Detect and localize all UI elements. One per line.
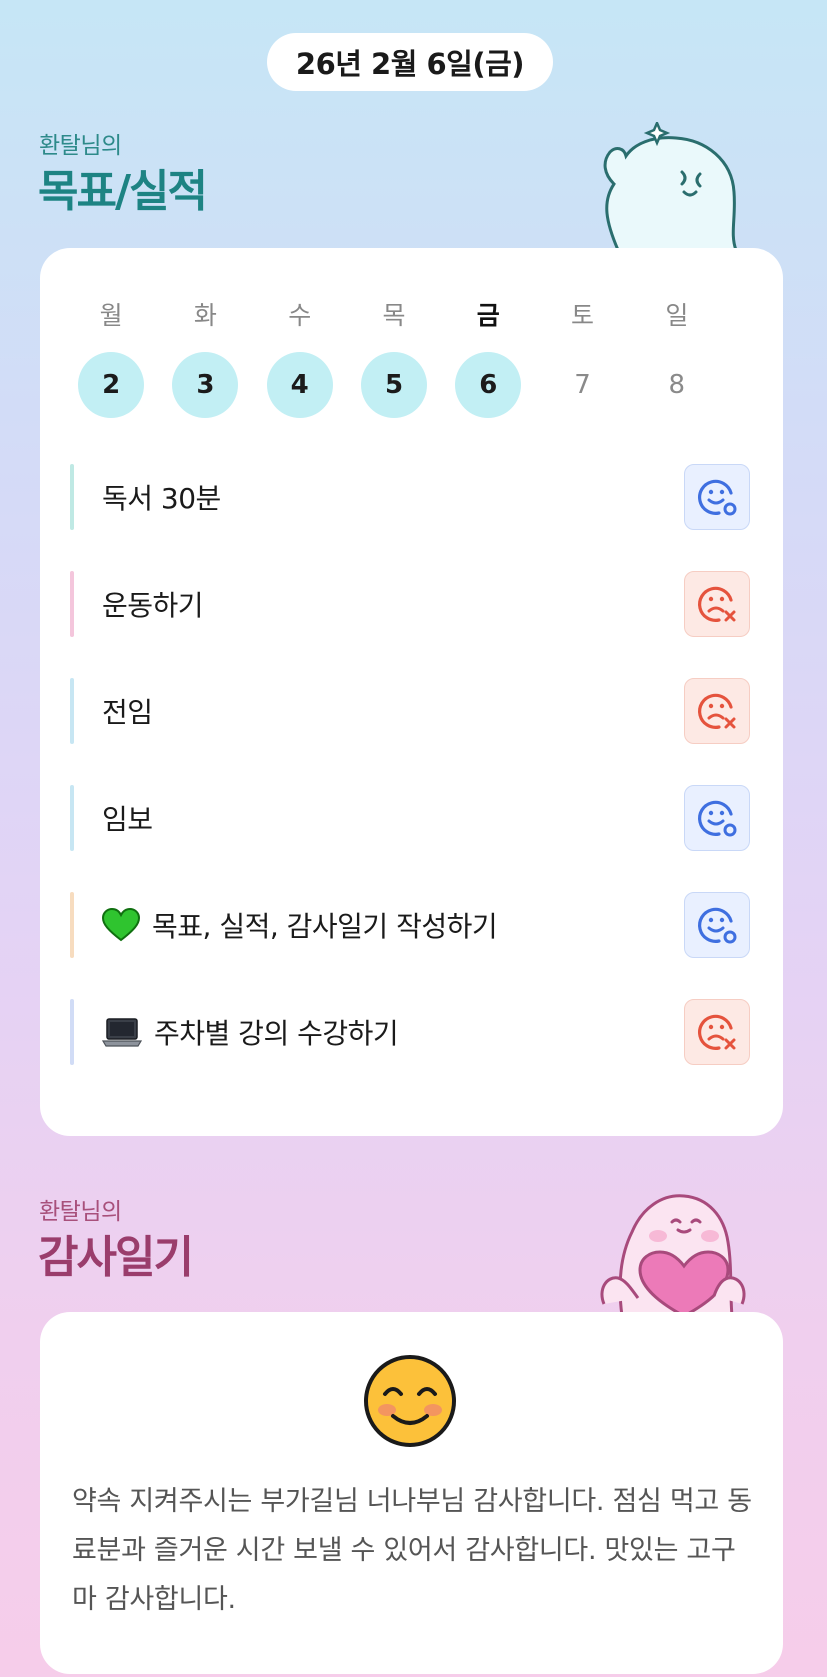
date-cell-7[interactable]: 7	[550, 352, 616, 418]
goal-list: 독서 30분 운동하기 전임 임보 목표, 실적, 감사일기 작성하기 주차별 …	[70, 464, 750, 1106]
goal-label: 목표, 실적, 감사일기 작성하기	[152, 910, 498, 943]
goal-item[interactable]: 전임	[70, 678, 750, 744]
sad-x-icon	[698, 1014, 736, 1050]
weekday-tue: 화	[193, 301, 217, 330]
weekday-header: 월 화 수 목 금 토 일	[64, 296, 724, 332]
date-cell-2[interactable]: 2	[78, 352, 145, 418]
goal-label: 주차별 강의 수강하기	[154, 1017, 399, 1050]
date-cell-3[interactable]: 3	[172, 352, 239, 418]
goal-label: 운동하기	[102, 589, 204, 622]
goal-item[interactable]: 운동하기	[70, 571, 750, 637]
week-dates: 2 3 4 5 6 7 8	[64, 352, 724, 418]
weekday-fri: 금	[476, 301, 500, 330]
goal-color-bar	[70, 464, 74, 530]
date-cell-8[interactable]: 8	[644, 352, 710, 418]
diary-text: 약속 지켜주시는 부가길님 너나부님 감사합니다. 점심 먹고 동료분과 즐거운…	[72, 1486, 752, 1615]
achieved-status-button[interactable]	[684, 892, 750, 958]
smile-check-icon	[698, 907, 737, 944]
achieved-status-button[interactable]	[684, 464, 750, 530]
achieved-status-button[interactable]	[684, 785, 750, 851]
date-cell-4[interactable]: 4	[266, 352, 333, 418]
goal-color-bar	[70, 785, 74, 851]
missed-status-button[interactable]	[684, 571, 750, 637]
smile-check-icon	[698, 800, 737, 837]
goal-item[interactable]: 주차별 강의 수강하기	[70, 999, 750, 1065]
weekday-thu: 목	[382, 301, 406, 330]
goal-color-bar	[70, 571, 74, 637]
ghost-mascot-icon	[603, 122, 738, 250]
date-cell-5[interactable]: 5	[360, 352, 427, 418]
goal-color-bar	[70, 999, 74, 1065]
diary-section-title: 감사일기	[38, 1232, 194, 1283]
smile-check-icon	[698, 479, 737, 516]
date-cell-6[interactable]: 6	[455, 352, 522, 418]
goal-color-bar	[70, 892, 74, 958]
goal-label: 전임	[102, 696, 153, 729]
missed-status-button[interactable]	[684, 999, 750, 1065]
weekday-sat: 토	[571, 301, 595, 330]
laptop-icon	[102, 1017, 142, 1047]
weekday-wed: 수	[288, 301, 312, 330]
green-heart-icon	[102, 908, 140, 942]
diary-card: 약속 지켜주시는 부가길님 너나부님 감사합니다. 점심 먹고 동료분과 즐거운…	[40, 1312, 783, 1674]
sad-x-icon	[698, 693, 736, 729]
weekday-sun: 일	[665, 301, 689, 330]
goal-label: 임보	[102, 803, 153, 836]
goal-item[interactable]: 독서 30분	[70, 464, 750, 530]
goals-section-title: 목표/실적	[38, 166, 208, 217]
date-label[interactable]: 26년 2월 6일(금)	[267, 33, 553, 91]
smiling-face-icon	[364, 1355, 456, 1447]
goal-label: 독서 30분	[102, 482, 221, 515]
weekday-mon: 월	[99, 301, 123, 330]
goal-item[interactable]: 임보	[70, 785, 750, 851]
goal-item[interactable]: 목표, 실적, 감사일기 작성하기	[70, 892, 750, 958]
goal-color-bar	[70, 678, 74, 744]
heart-mascot-icon	[600, 1194, 746, 1316]
sad-x-icon	[698, 586, 736, 622]
goals-card: 월 화 수 목 금 토 일 2 3 4 5 6 7 8 독서 30분 운동하기 …	[40, 248, 783, 1136]
missed-status-button[interactable]	[684, 678, 750, 744]
